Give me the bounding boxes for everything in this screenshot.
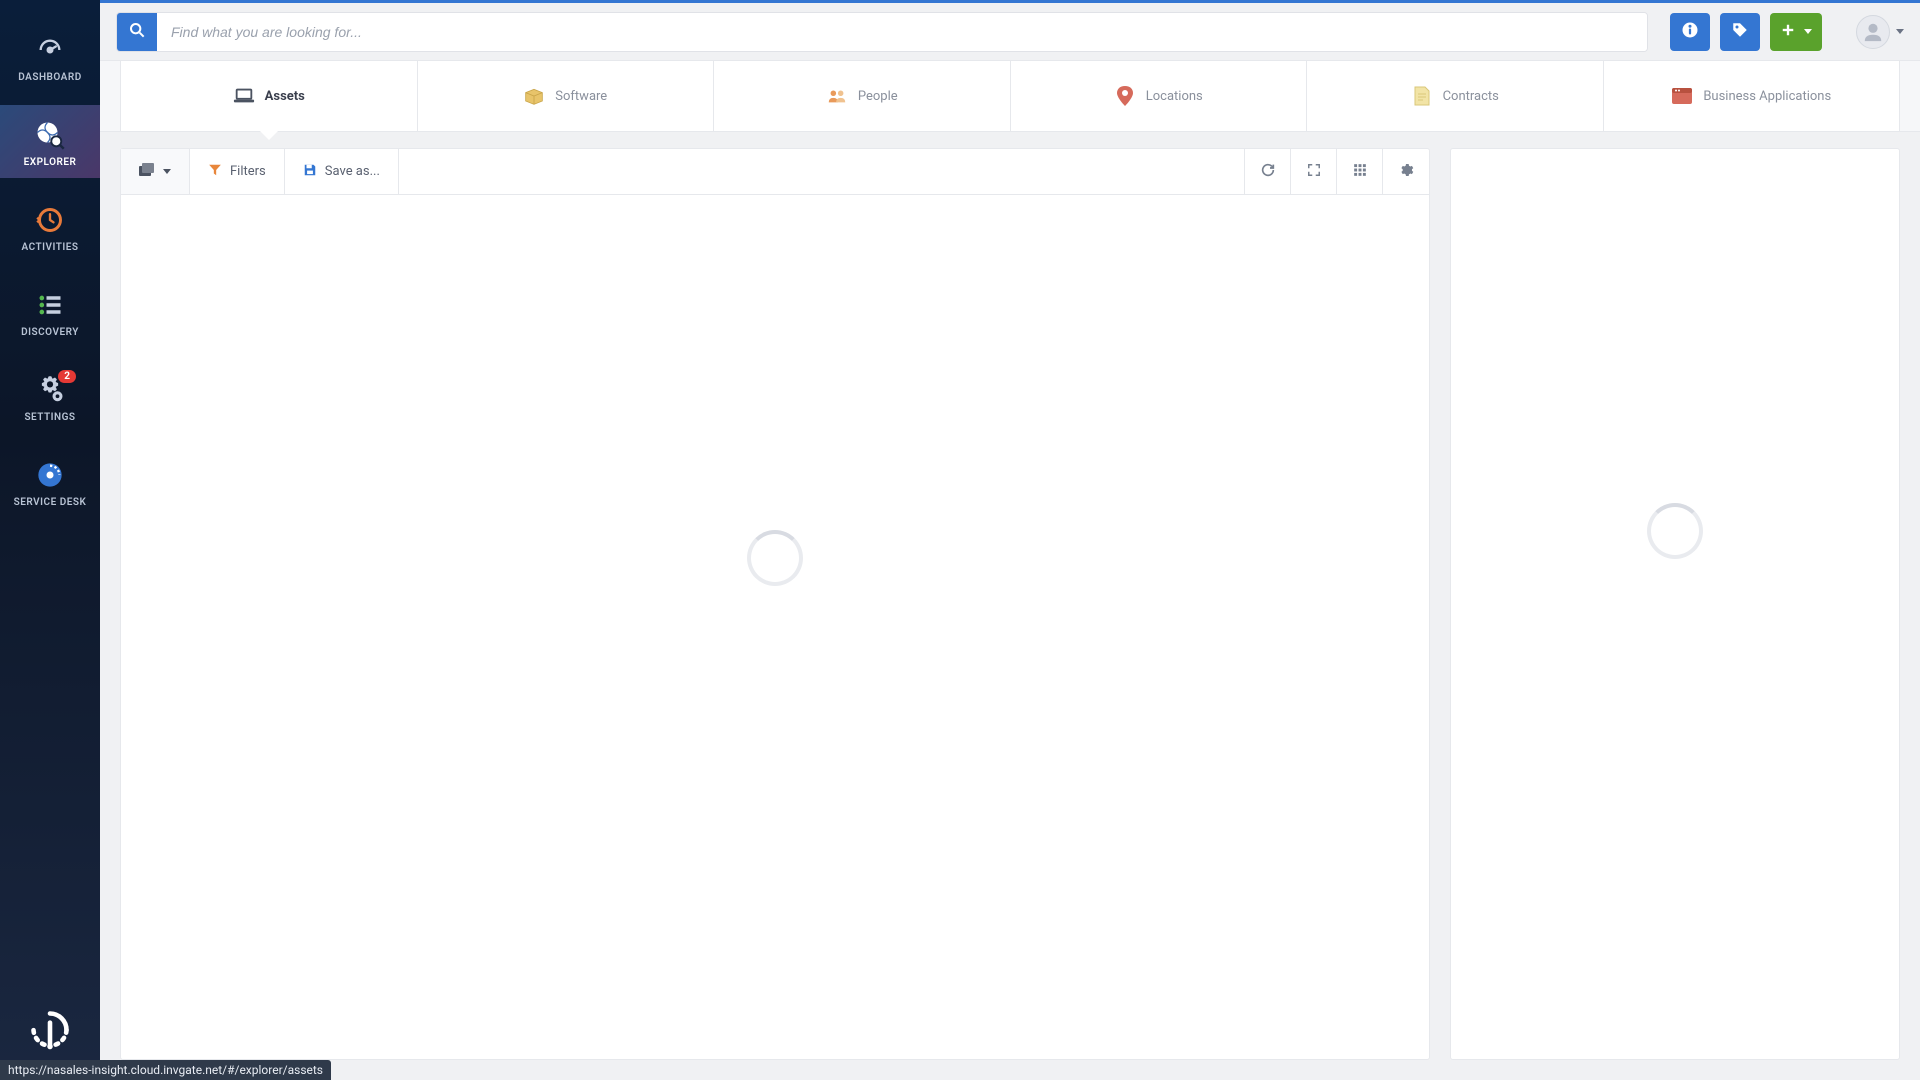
tab-business-applications[interactable]: Business Applications [1604,61,1901,131]
results-panel: Filters Save as... [120,148,1430,1060]
gear-icon [1398,162,1414,182]
clock-history-icon [34,204,66,236]
avatar [1856,15,1890,49]
gears-icon: 2 [34,374,66,406]
search-button[interactable] [117,13,157,51]
location-pin-icon [1114,87,1136,105]
status-bar-link: https://nasales-insight.cloud.invgate.ne… [0,1060,331,1080]
tab-locations[interactable]: Locations [1011,61,1308,131]
service-desk-icon [34,459,66,491]
sidebar-item-label: EXPLORER [24,157,77,168]
save-as-button[interactable]: Save as... [285,149,399,194]
settings-columns-button[interactable] [1383,149,1429,194]
fullscreen-button[interactable] [1291,149,1337,194]
sidebar-item-label: ACTIVITIES [21,242,78,253]
views-dropdown[interactable] [121,149,190,194]
refresh-button[interactable] [1245,149,1291,194]
tag-icon [1731,21,1749,43]
loading-spinner-icon [1647,503,1703,559]
results-toolbar: Filters Save as... [121,149,1429,195]
search-input[interactable] [157,13,1647,51]
search-icon [129,22,145,42]
sidebar-item-activities[interactable]: ACTIVITIES [0,190,100,263]
sidebar-item-dashboard[interactable]: DASHBOARD [0,20,100,93]
sidebar-item-service-desk[interactable]: SERVICE DESK [0,445,100,518]
top-bar [100,0,1920,60]
sidebar-item-label: DISCOVERY [21,327,79,338]
tab-people[interactable]: People [714,61,1011,131]
chevron-down-icon [1804,29,1812,34]
details-panel [1450,148,1900,1060]
sidebar-item-discovery[interactable]: DISCOVERY [0,275,100,348]
user-menu[interactable] [1856,15,1904,49]
info-icon [1681,21,1699,43]
sidebar-item-label: DASHBOARD [18,72,81,83]
loading-spinner-icon [747,530,803,586]
left-sidebar: DASHBOARD EXPLORER ACTIVITIES [0,0,100,1080]
box-icon [523,87,545,105]
results-body [121,195,1429,1059]
save-icon [303,163,317,181]
tab-label: Locations [1146,89,1203,104]
people-icon [826,87,848,105]
add-button[interactable] [1770,13,1822,51]
document-icon [1411,87,1433,105]
chevron-down-icon [1896,29,1904,34]
speedometer-icon [34,34,66,66]
save-as-label: Save as... [325,164,380,179]
main-area: Filters Save as... [120,148,1900,1060]
list-icon [34,289,66,321]
filters-label: Filters [230,164,266,179]
sidebar-item-explorer[interactable]: EXPLORER [0,105,100,178]
tab-software[interactable]: Software [418,61,715,131]
chevron-down-icon [163,169,171,174]
filter-icon [208,163,222,181]
search-wrap [116,12,1648,52]
expand-icon [1307,162,1321,181]
application-window-icon [1671,87,1693,105]
tab-label: Software [555,89,607,104]
tab-label: People [858,89,898,104]
sidebar-item-settings[interactable]: 2 SETTINGS [0,360,100,433]
tab-assets[interactable]: Assets [120,61,418,131]
grid-icon [1353,162,1367,181]
topbar-actions [1670,13,1904,51]
tab-label: Business Applications [1703,89,1831,104]
tab-contracts[interactable]: Contracts [1307,61,1604,131]
grid-view-button[interactable] [1337,149,1383,194]
refresh-icon [1260,162,1276,182]
settings-badge: 2 [58,370,76,383]
laptop-icon [233,87,255,105]
sidebar-item-label: SERVICE DESK [14,497,87,508]
toolbar-spacer [399,149,1245,194]
tab-label: Contracts [1443,89,1499,104]
tag-button[interactable] [1720,13,1760,51]
explorer-tabs: Assets Software People Loc [100,60,1920,132]
cards-stack-icon [139,163,155,181]
app-logo-icon [28,1008,72,1056]
filters-button[interactable]: Filters [190,149,285,194]
sidebar-item-label: SETTINGS [24,412,75,423]
plus-icon [1781,22,1795,41]
info-button[interactable] [1670,13,1710,51]
globe-search-icon [34,119,66,151]
tab-label: Assets [265,89,305,104]
